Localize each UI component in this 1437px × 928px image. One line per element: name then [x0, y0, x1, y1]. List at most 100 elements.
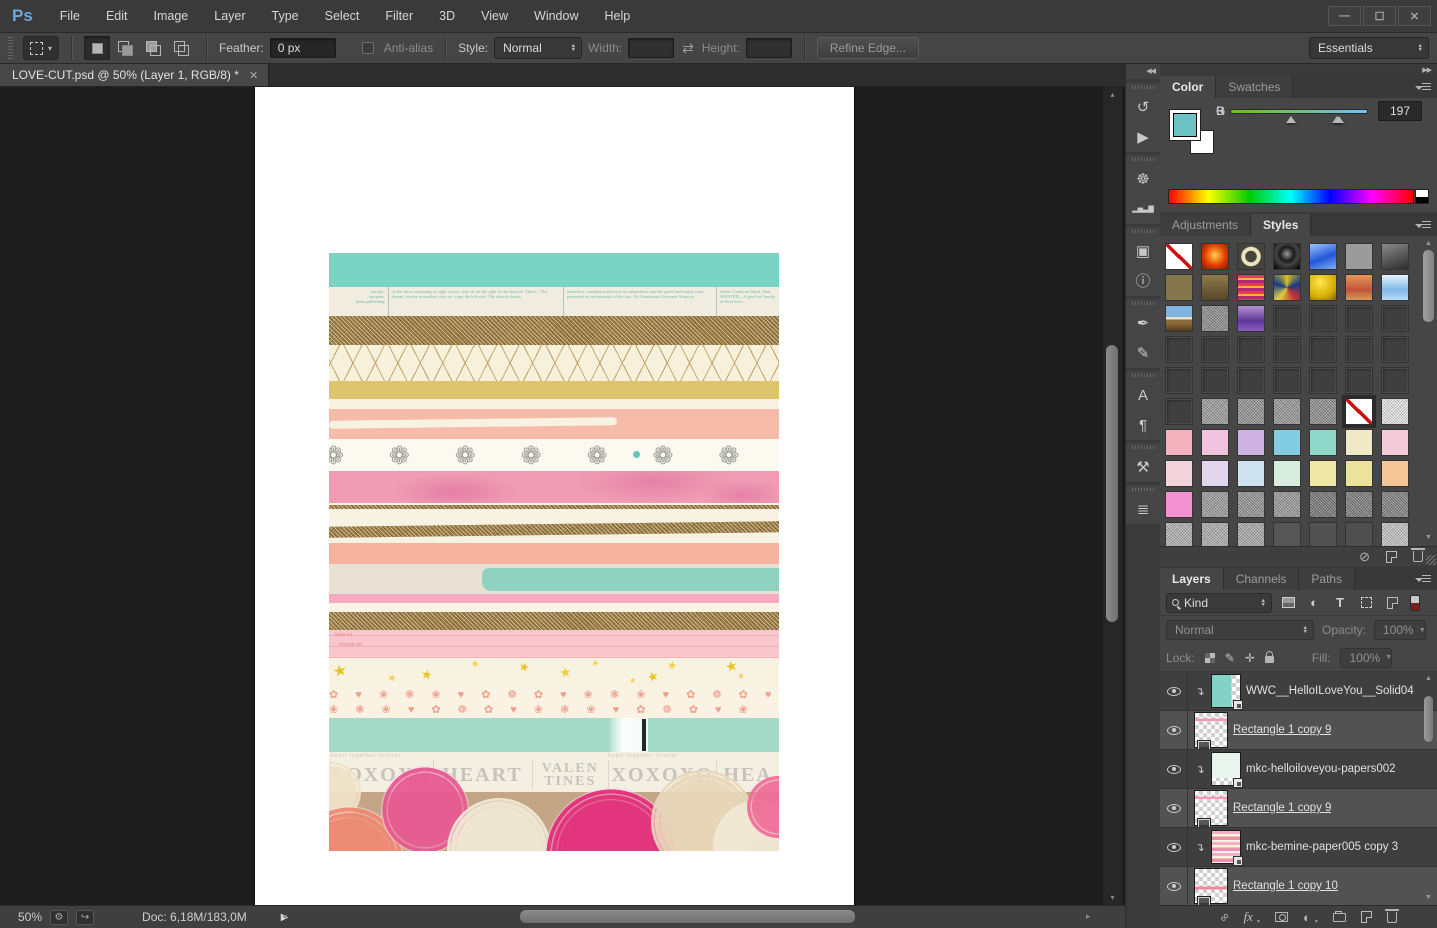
- style-swatch[interactable]: [1274, 275, 1300, 300]
- minimize-button[interactable]: —: [1328, 6, 1361, 26]
- style-swatch[interactable]: [1310, 244, 1336, 269]
- add-to-selection-button[interactable]: [112, 36, 138, 60]
- style-swatch[interactable]: [1310, 368, 1336, 393]
- layer-row[interactable]: ↴ mkc-helloiloveyou-papers002: [1160, 750, 1437, 789]
- style-swatch[interactable]: [1202, 306, 1228, 331]
- style-swatch[interactable]: [1274, 492, 1300, 517]
- blend-mode-select[interactable]: Normal ▲ ▼: [1166, 620, 1314, 640]
- style-swatch[interactable]: [1310, 399, 1336, 424]
- lock-transparency-icon[interactable]: [1204, 652, 1215, 663]
- clear-style-icon[interactable]: ⊘: [1359, 550, 1370, 563]
- filter-adjustment-layers-icon[interactable]: ◐: [1304, 594, 1324, 612]
- style-swatch[interactable]: [1202, 337, 1228, 362]
- style-swatch[interactable]: [1274, 523, 1300, 548]
- menubar-item[interactable]: Type: [259, 0, 312, 32]
- maximize-button[interactable]: ☐: [1363, 6, 1396, 26]
- style-swatch[interactable]: [1382, 461, 1408, 486]
- new-group-icon[interactable]: [1332, 910, 1346, 922]
- menubar-item[interactable]: Help: [592, 0, 644, 32]
- feather-input[interactable]: 0 px: [269, 38, 336, 58]
- panel-menu-icon[interactable]: [1415, 219, 1431, 231]
- anti-alias-checkbox[interactable]: [361, 42, 374, 54]
- tool-presets-panel-icon[interactable]: ⚒: [1136, 460, 1149, 475]
- style-swatch[interactable]: [1274, 368, 1300, 393]
- refine-edge-button[interactable]: Refine Edge...: [816, 37, 919, 59]
- visibility-toggle[interactable]: [1160, 789, 1188, 827]
- style-swatch[interactable]: [1346, 275, 1372, 300]
- style-swatch[interactable]: [1274, 399, 1300, 424]
- horizontal-scroll-thumb[interactable]: [520, 910, 855, 923]
- slider-thumb-icon[interactable]: [1334, 115, 1344, 123]
- collapse-dock-button[interactable]: ▶▶: [1160, 64, 1437, 76]
- tab-styles[interactable]: Styles: [1251, 214, 1312, 236]
- new-selection-button[interactable]: [84, 36, 111, 60]
- style-select[interactable]: Normal ▲ ▼: [494, 37, 583, 59]
- document-tab[interactable]: LOVE-CUT.psd @ 50% (Layer 1, RGB/8) * ✕: [0, 64, 270, 86]
- tab-channels[interactable]: Channels: [1223, 568, 1300, 590]
- style-swatch[interactable]: [1346, 244, 1372, 269]
- panel-menu-icon[interactable]: [1415, 81, 1431, 93]
- layer-thumbnail[interactable]: [1211, 830, 1243, 866]
- menubar-item[interactable]: File: [47, 0, 93, 32]
- style-swatch[interactable]: [1346, 492, 1372, 517]
- style-swatch[interactable]: [1382, 430, 1408, 455]
- menubar-item[interactable]: 3D: [426, 0, 468, 32]
- style-swatch[interactable]: [1166, 368, 1192, 393]
- scroll-left-icon[interactable]: ◂: [282, 911, 287, 922]
- style-swatch[interactable]: [1166, 244, 1192, 269]
- style-swatch[interactable]: [1202, 399, 1228, 424]
- layer-row[interactable]: ↴ WWC__HelloILoveYou__Solid04: [1160, 672, 1437, 711]
- navigator-panel-icon[interactable]: ☸: [1136, 172, 1149, 187]
- style-swatch[interactable]: [1382, 492, 1408, 517]
- style-swatch[interactable]: [1238, 275, 1264, 300]
- visibility-toggle[interactable]: [1160, 672, 1188, 710]
- histogram-panel-icon[interactable]: ▂▅▃▇: [1132, 206, 1154, 213]
- style-swatch[interactable]: [1202, 368, 1228, 393]
- width-input[interactable]: [628, 38, 675, 58]
- layer-name[interactable]: Rectangle 1 copy 9: [1233, 724, 1331, 736]
- artwork-image[interactable]: ion day. escapes. been publishing of the …: [329, 253, 779, 851]
- styles-scrollbar[interactable]: [1423, 250, 1434, 534]
- layer-row[interactable]: ↴ Rectangle 1 copy 9: [1160, 789, 1437, 828]
- style-swatch[interactable]: [1382, 368, 1408, 393]
- tab-layers[interactable]: Layers: [1160, 568, 1224, 590]
- filter-smart-objects-icon[interactable]: [1382, 594, 1402, 612]
- style-swatch[interactable]: [1310, 461, 1336, 486]
- styles-scroll-thumb[interactable]: [1423, 250, 1434, 322]
- intersect-selection-button[interactable]: [168, 36, 194, 60]
- layer-thumbnail[interactable]: [1194, 868, 1228, 905]
- swap-width-height-icon[interactable]: ⇄: [682, 40, 694, 57]
- vertical-scroll-thumb[interactable]: [1106, 345, 1118, 622]
- info-panel-icon[interactable]: ⓘ: [1135, 274, 1150, 289]
- style-swatch[interactable]: [1310, 306, 1336, 331]
- panel-menu-icon[interactable]: [1415, 573, 1431, 585]
- layer-row[interactable]: ↴ Rectangle 1 copy 10: [1160, 867, 1437, 906]
- height-input[interactable]: [745, 38, 792, 58]
- lock-paint-icon[interactable]: ✎: [1225, 651, 1235, 665]
- foreground-color-swatch[interactable]: [1169, 109, 1201, 141]
- scroll-down-icon[interactable]: ▾: [1103, 893, 1122, 902]
- menubar-item[interactable]: View: [468, 0, 521, 32]
- style-swatch[interactable]: [1346, 399, 1372, 424]
- layer-comps-panel-icon[interactable]: ≣: [1137, 502, 1150, 517]
- workspace-select[interactable]: Essentials ▲ ▼: [1309, 37, 1429, 59]
- style-swatch[interactable]: [1238, 523, 1264, 548]
- style-swatch[interactable]: [1166, 275, 1192, 300]
- style-swatch[interactable]: [1310, 523, 1336, 548]
- filter-kind-select[interactable]: Kind ▲ ▼: [1166, 592, 1272, 613]
- style-swatch[interactable]: [1238, 337, 1264, 362]
- style-swatch[interactable]: [1274, 461, 1300, 486]
- menubar-item[interactable]: Select: [312, 0, 373, 32]
- channel-slider[interactable]: [1230, 108, 1368, 123]
- layer-name[interactable]: Rectangle 1 copy 10: [1233, 880, 1338, 892]
- style-swatch[interactable]: [1238, 399, 1264, 424]
- style-swatch[interactable]: [1274, 430, 1300, 455]
- visibility-toggle[interactable]: [1160, 867, 1188, 905]
- style-swatch[interactable]: [1382, 337, 1408, 362]
- style-swatch[interactable]: [1382, 275, 1408, 300]
- tab-color[interactable]: Color: [1160, 76, 1217, 98]
- style-swatch[interactable]: [1202, 523, 1228, 548]
- tab-adjustments[interactable]: Adjustments: [1160, 214, 1252, 236]
- style-swatch[interactable]: [1202, 461, 1228, 486]
- add-layer-mask-icon[interactable]: [1274, 912, 1288, 922]
